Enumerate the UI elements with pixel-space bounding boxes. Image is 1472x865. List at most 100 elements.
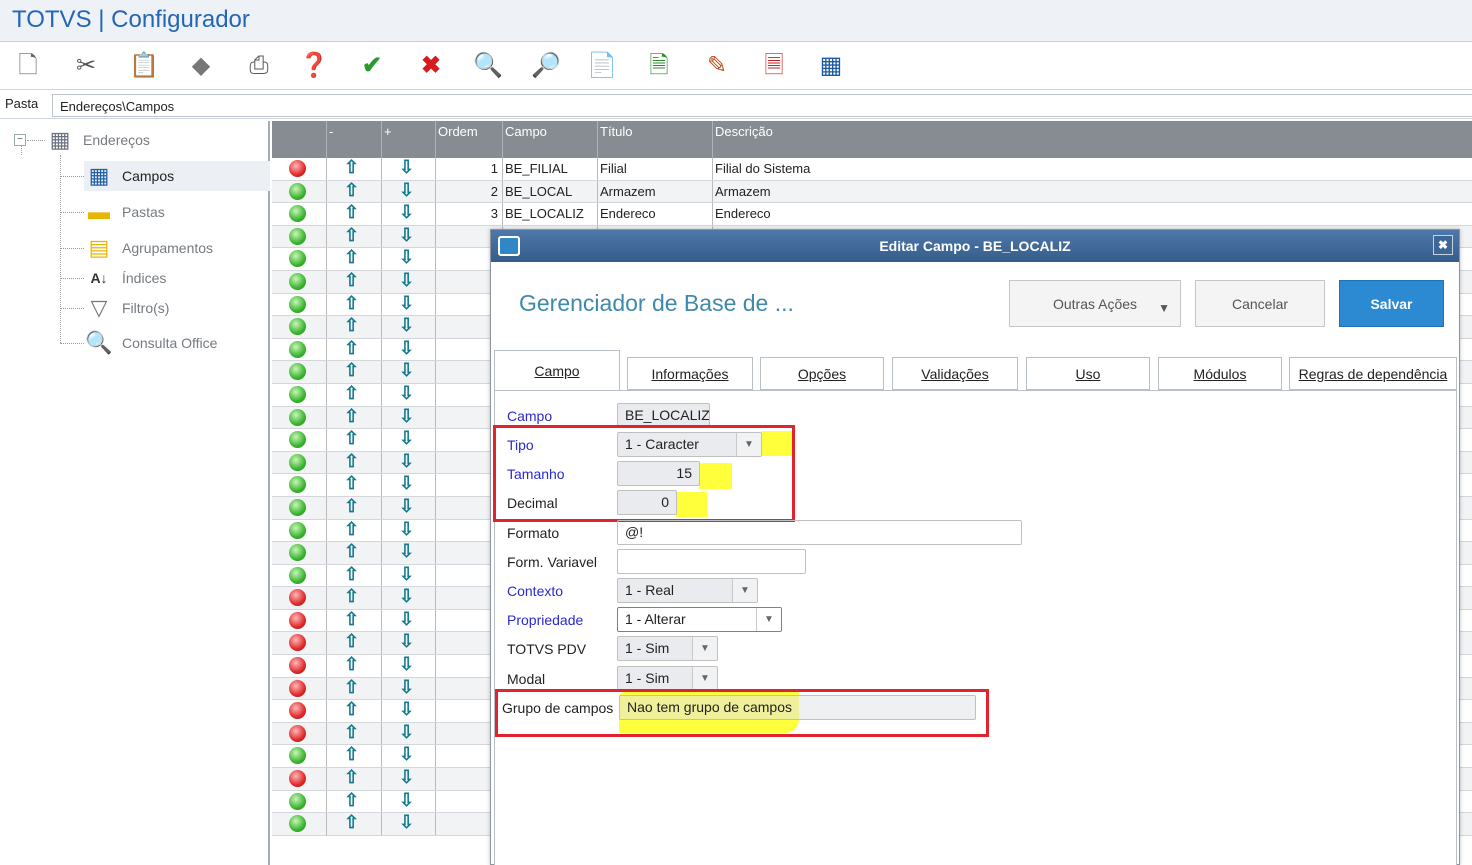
move-down-icon[interactable]: ⇩ [399,564,414,585]
move-up-icon[interactable]: ⇧ [344,631,359,652]
move-down-icon[interactable]: ⇩ [399,406,414,427]
move-up-icon[interactable]: ⇧ [344,564,359,585]
tab-modulos[interactable]: Módulos [1158,357,1282,390]
move-down-icon[interactable]: ⇩ [399,428,414,449]
move-up-icon[interactable]: ⇧ [344,225,359,246]
move-down-icon[interactable]: ⇩ [399,609,414,630]
tree-root-enderecos[interactable]: ▦ Endereços [45,125,150,155]
copy-icon[interactable]: 🗋 [12,50,44,82]
path-field[interactable]: Endereços\Campos [52,94,1472,117]
tree-item-indices[interactable]: A↓ Índices [84,263,166,293]
move-down-icon[interactable]: ⇩ [399,541,414,562]
move-down-icon[interactable]: ⇩ [399,519,414,540]
propriedade-select[interactable]: 1 - Alterar ▼ [617,607,782,632]
col-header-plus[interactable]: + [384,124,392,139]
move-up-icon[interactable]: ⇧ [344,247,359,268]
confirm-icon[interactable]: ✔ [356,50,388,82]
move-down-icon[interactable]: ⇩ [399,767,414,788]
formato-field[interactable]: @! [617,520,1022,545]
preview-icon[interactable]: 📄 [586,50,618,82]
move-up-icon[interactable]: ⇧ [344,744,359,765]
edit-document-icon[interactable]: ✎ [701,50,733,82]
modal-select[interactable]: 1 - Sim ▼ [617,666,718,691]
delete-document-icon[interactable]: 🗏 [758,50,790,82]
move-up-icon[interactable]: ⇧ [344,541,359,562]
paste-icon[interactable]: 📋 [128,50,160,82]
tab-informacoes[interactable]: Informações [627,357,753,390]
tree-item-pastas[interactable]: ▬ Pastas [84,197,165,227]
col-header-campo[interactable]: Campo [505,124,547,139]
tab-regras-dependencia[interactable]: Regras de dependência [1289,357,1457,390]
move-down-icon[interactable]: ⇩ [399,790,414,811]
move-down-icon[interactable]: ⇩ [399,315,414,336]
move-down-icon[interactable]: ⇩ [399,812,414,833]
col-header-minus[interactable]: - [329,124,333,139]
save-button[interactable]: Salvar [1339,280,1444,327]
move-up-icon[interactable]: ⇧ [344,722,359,743]
eraser-icon[interactable]: ◆ [185,50,217,82]
move-up-icon[interactable]: ⇧ [344,406,359,427]
move-down-icon[interactable]: ⇩ [399,586,414,607]
print-icon[interactable]: ⎙ [243,50,275,82]
move-down-icon[interactable]: ⇩ [399,631,414,652]
new-document-icon[interactable]: 🗎 [643,50,675,82]
move-up-icon[interactable]: ⇧ [344,767,359,788]
move-up-icon[interactable]: ⇧ [344,428,359,449]
search-icon[interactable]: 🔍 [472,50,504,82]
move-up-icon[interactable]: ⇧ [344,270,359,291]
col-header-descricao[interactable]: Descrição [715,124,773,139]
move-up-icon[interactable]: ⇧ [344,609,359,630]
table-properties-icon[interactable]: ▦ [815,50,847,82]
search-next-icon[interactable]: 🔎 [530,50,562,82]
tree-item-campos[interactable]: ▦ Campos [84,161,270,191]
col-header-titulo[interactable]: Título [600,124,633,139]
table-row[interactable]: ⇧ ⇩ 1 BE_FILIAL Filial Filial do Sistema [272,157,1472,181]
col-header-ordem[interactable]: Ordem [438,124,478,139]
move-down-icon[interactable]: ⇩ [399,699,414,720]
move-up-icon[interactable]: ⇧ [344,519,359,540]
tab-uso[interactable]: Uso [1026,357,1150,390]
move-up-icon[interactable]: ⇧ [344,293,359,314]
tree-item-filtros[interactable]: ▽ Filtro(s) [84,293,170,323]
help-icon[interactable]: ❓ [298,50,330,82]
move-up-icon[interactable]: ⇧ [344,383,359,404]
move-up-icon[interactable]: ⇧ [344,451,359,472]
other-actions-button[interactable]: Outras Ações ▼ [1009,280,1181,327]
move-up-icon[interactable]: ⇧ [344,202,359,223]
move-up-icon[interactable]: ⇧ [344,360,359,381]
move-up-icon[interactable]: ⇧ [344,812,359,833]
move-down-icon[interactable]: ⇩ [399,360,414,381]
move-down-icon[interactable]: ⇩ [399,293,414,314]
move-down-icon[interactable]: ⇩ [399,180,414,201]
totvs-pdv-select[interactable]: 1 - Sim ▼ [617,636,718,661]
move-up-icon[interactable]: ⇧ [344,496,359,517]
move-down-icon[interactable]: ⇩ [399,338,414,359]
table-row[interactable]: ⇧ ⇩ 3 BE_LOCALIZ Endereco Endereco [272,202,1472,226]
tab-opcoes[interactable]: Opções [760,357,884,390]
move-down-icon[interactable]: ⇩ [399,722,414,743]
move-down-icon[interactable]: ⇩ [399,654,414,675]
move-up-icon[interactable]: ⇧ [344,338,359,359]
move-up-icon[interactable]: ⇧ [344,699,359,720]
tab-campo[interactable]: Campo [494,350,620,391]
form-variavel-field[interactable] [617,549,806,574]
move-up-icon[interactable]: ⇧ [344,180,359,201]
move-up-icon[interactable]: ⇧ [344,677,359,698]
move-down-icon[interactable]: ⇩ [399,451,414,472]
move-down-icon[interactable]: ⇩ [399,247,414,268]
move-down-icon[interactable]: ⇩ [399,225,414,246]
move-down-icon[interactable]: ⇩ [399,473,414,494]
move-down-icon[interactable]: ⇩ [399,157,414,178]
move-down-icon[interactable]: ⇩ [399,270,414,291]
close-icon[interactable]: ✖ [1433,235,1453,255]
tab-validacoes[interactable]: Validações [892,357,1018,390]
table-row[interactable]: ⇧ ⇩ 2 BE_LOCAL Armazem Armazem [272,180,1472,204]
tree-item-consulta-office[interactable]: 🔍 Consulta Office [84,328,217,358]
collapse-toggle-icon[interactable]: − [14,134,26,146]
contexto-select[interactable]: 1 - Real ▼ [617,578,758,603]
move-down-icon[interactable]: ⇩ [399,202,414,223]
move-up-icon[interactable]: ⇧ [344,654,359,675]
cancel-icon[interactable]: ✖ [415,50,447,82]
cancel-button[interactable]: Cancelar [1195,280,1325,327]
move-down-icon[interactable]: ⇩ [399,677,414,698]
